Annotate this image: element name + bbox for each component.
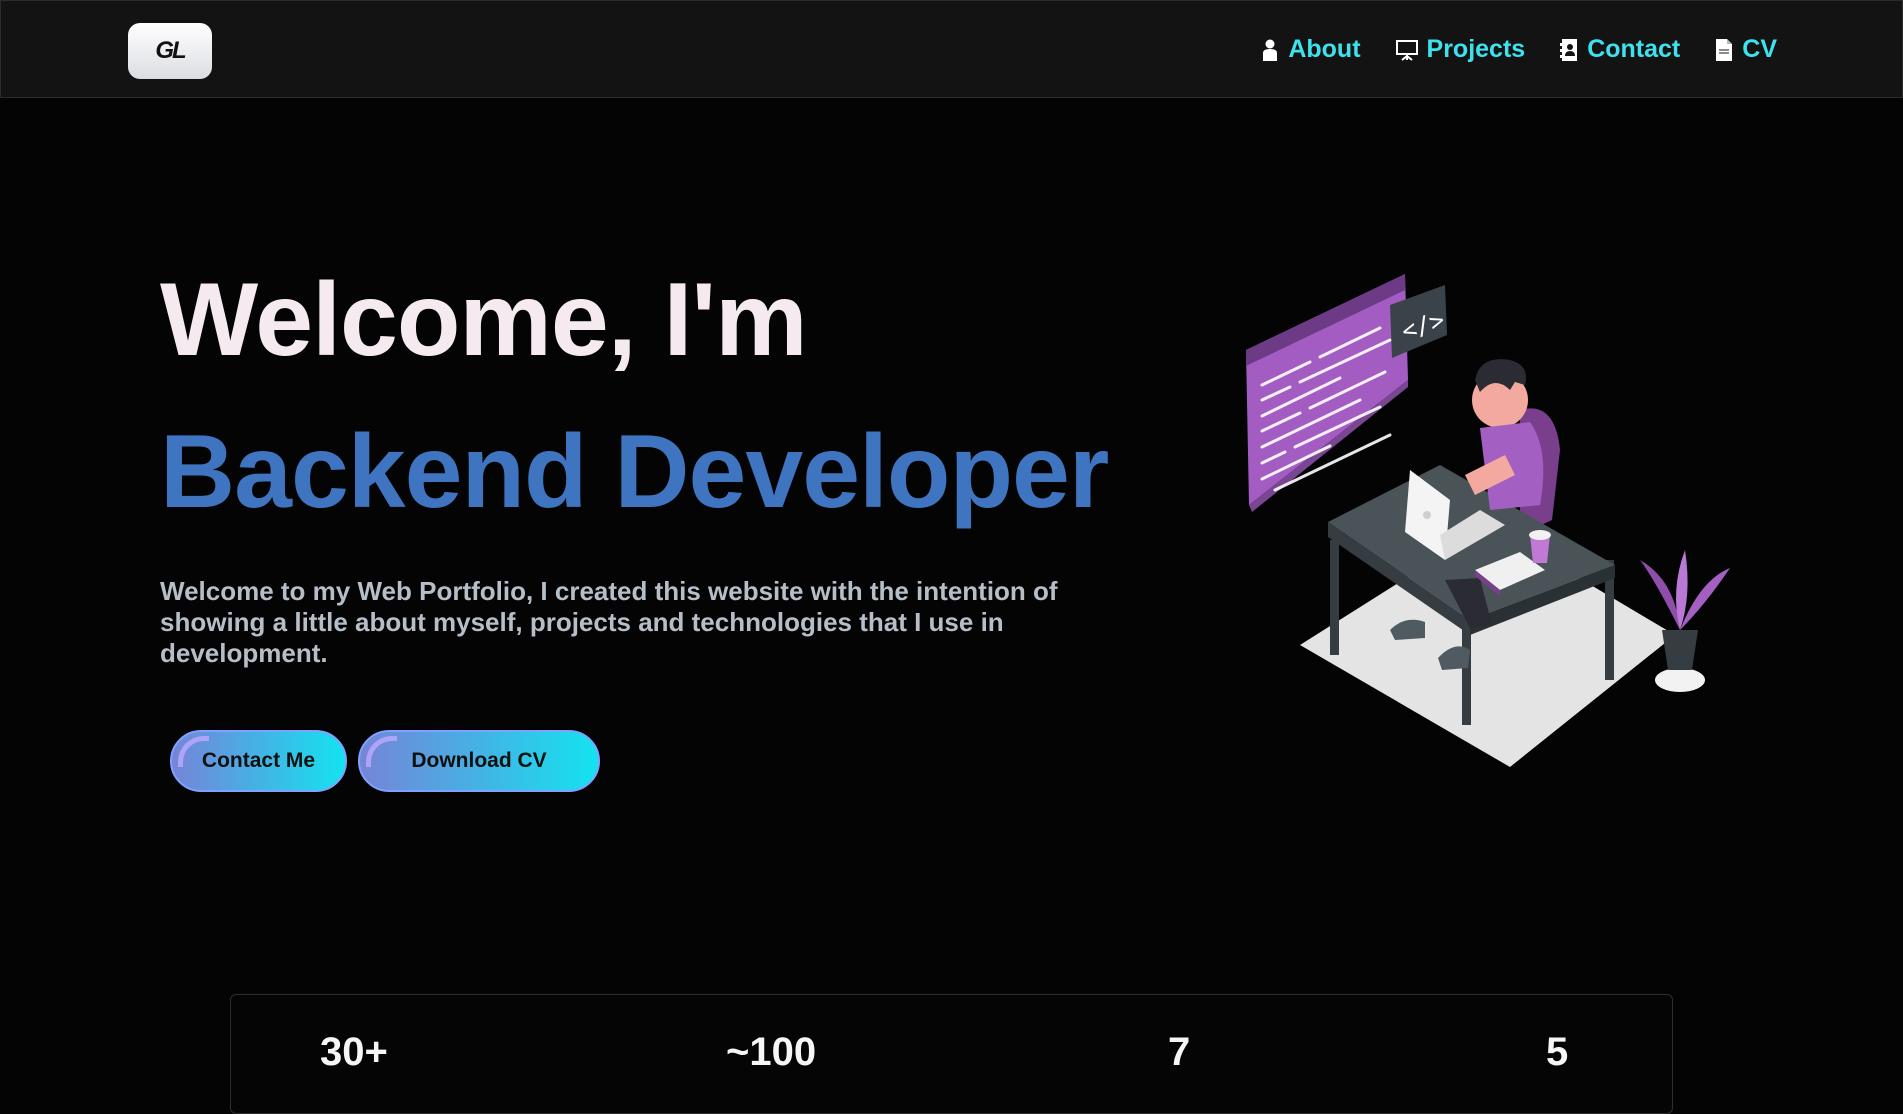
site-logo[interactable]: GL bbox=[128, 23, 212, 79]
hero-role: Backend Developer bbox=[160, 414, 1109, 530]
navbar: GL About Projects Contact CV bbox=[0, 0, 1903, 98]
nav-link-projects-label: Projects bbox=[1426, 35, 1526, 63]
stat-value: 30+ bbox=[320, 1030, 388, 1074]
nav-link-cv[interactable]: CV bbox=[1714, 35, 1777, 64]
hero-buttons: Contact Me Download CV bbox=[170, 730, 600, 792]
presentation-icon bbox=[1395, 39, 1418, 61]
contact-me-button[interactable]: Contact Me bbox=[170, 730, 347, 792]
hero-section: Welcome, I'm Backend Developer Welcome t… bbox=[160, 268, 1160, 669]
nav-link-projects[interactable]: Projects bbox=[1395, 35, 1526, 64]
hero-description: Welcome to my Web Portfolio, I created t… bbox=[160, 576, 1058, 668]
contact-book-icon bbox=[1560, 38, 1578, 61]
nav-link-contact-label: Contact bbox=[1587, 35, 1681, 63]
stats-panel bbox=[230, 994, 1673, 1114]
document-icon bbox=[1716, 38, 1733, 61]
hero-greeting: Welcome, I'm bbox=[160, 262, 808, 378]
download-cv-button[interactable]: Download CV bbox=[358, 730, 600, 792]
developer-illustration: </> bbox=[1246, 274, 1730, 767]
nav-link-cv-label: CV bbox=[1742, 35, 1777, 63]
stat-value: ~100 bbox=[726, 1030, 817, 1074]
stat-value: 5 bbox=[1546, 1030, 1569, 1074]
nav-links: About Projects Contact CV bbox=[1260, 35, 1777, 64]
person-icon bbox=[1263, 39, 1278, 61]
nav-link-about[interactable]: About bbox=[1260, 35, 1361, 64]
nav-link-contact[interactable]: Contact bbox=[1559, 35, 1680, 64]
logo-text: GL bbox=[155, 37, 186, 64]
nav-link-about-label: About bbox=[1288, 35, 1361, 63]
stat-value: 7 bbox=[1168, 1030, 1191, 1074]
